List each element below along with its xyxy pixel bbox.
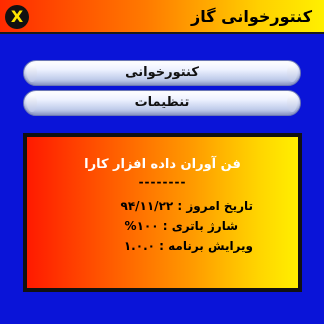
button-highlight <box>287 64 297 82</box>
button-highlight <box>27 64 37 82</box>
settings-label: تنظیمات <box>134 95 190 110</box>
app-screen: X کنتورخوانی گاز کنتورخوانی تنظیمات فن آ… <box>0 0 324 324</box>
close-button[interactable]: X <box>5 5 29 29</box>
meter-reading-button[interactable]: کنتورخوانی <box>23 60 301 86</box>
settings-button[interactable]: تنظیمات <box>23 90 301 116</box>
window-title: کنتورخوانی گاز <box>191 7 312 26</box>
close-icon: X <box>10 7 24 26</box>
separator-line: -------- <box>138 175 187 189</box>
title-bar: X کنتورخوانی گاز <box>0 0 324 34</box>
button-highlight <box>27 94 37 112</box>
battery-level: شارژ باتری : ۱۰۰% <box>124 219 238 233</box>
info-panel: فن آوران داده افزار کارا -------- تاریخ … <box>23 133 302 292</box>
today-date: تاریخ امروز : ۹۴/۱۱/۲۲ <box>120 199 254 213</box>
app-version: ویرایش برنامه : ۱.۰.۰ <box>123 239 253 253</box>
button-highlight <box>287 94 297 112</box>
company-name: فن آوران داده افزار کارا <box>84 157 241 172</box>
meter-reading-label: کنتورخوانی <box>125 65 199 80</box>
